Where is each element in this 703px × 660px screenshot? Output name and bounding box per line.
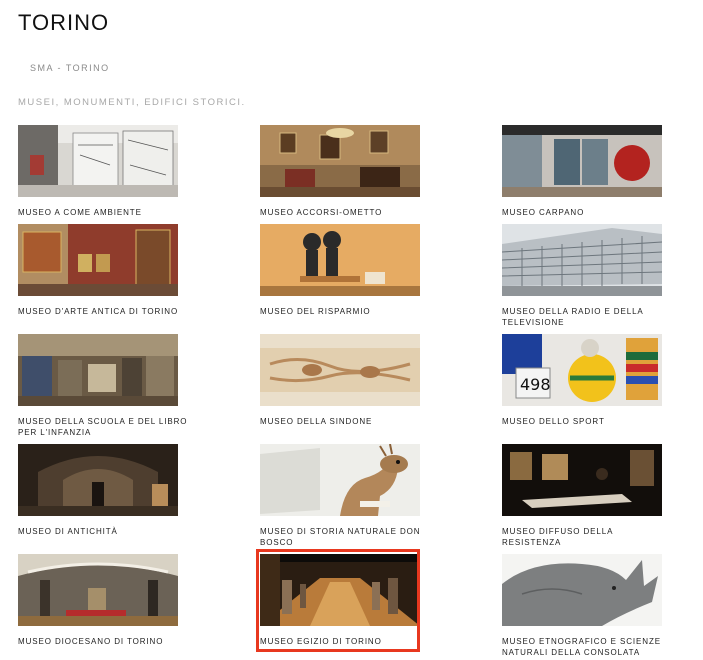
museum-thumbnail[interactable]: [260, 444, 420, 516]
museum-card[interactable]: MUSEO DI ANTICHITÀ: [18, 444, 188, 537]
museum-label[interactable]: MUSEO ACCORSI-OMETTO: [260, 207, 430, 218]
museum-thumbnail[interactable]: [260, 224, 420, 296]
museum-label[interactable]: MUSEO DELLA RADIO E DELLA TELEVISIONE: [502, 306, 672, 328]
museum-thumbnail[interactable]: [18, 224, 178, 296]
museum-thumbnail[interactable]: [502, 125, 662, 197]
museum-thumbnail[interactable]: [502, 554, 662, 626]
museum-thumbnail[interactable]: [18, 334, 178, 406]
museum-card[interactable]: MUSEO D'ARTE ANTICA DI TORINO: [18, 224, 188, 317]
svg-text:498: 498: [520, 375, 551, 394]
museum-label[interactable]: MUSEO EGIZIO DI TORINO: [260, 636, 430, 647]
breadcrumb[interactable]: SMA - TORINO: [30, 63, 110, 73]
museum-label[interactable]: MUSEO DI ANTICHITÀ: [18, 526, 188, 537]
museum-label[interactable]: MUSEO DI STORIA NATURALE DON BOSCO: [260, 526, 430, 548]
museum-thumbnail[interactable]: [260, 554, 420, 626]
museum-card[interactable]: MUSEO A COME AMBIENTE: [18, 125, 188, 218]
museum-thumbnail[interactable]: [18, 554, 178, 626]
museum-card[interactable]: MUSEO DELLA RADIO E DELLA TELEVISIONE: [502, 224, 672, 328]
museum-thumbnail[interactable]: [260, 334, 420, 406]
museum-thumbnail[interactable]: [502, 224, 662, 296]
museum-label[interactable]: MUSEO DEL RISPARMIO: [260, 306, 430, 317]
museum-card[interactable]: MUSEO DEL RISPARMIO: [260, 224, 430, 317]
museum-card[interactable]: MUSEO CARPANO: [502, 125, 672, 218]
page-title: TORINO: [18, 10, 110, 35]
museum-card[interactable]: MUSEO ETNOGRAFICO E SCIENZE NATURALI DEL…: [502, 554, 672, 658]
museum-thumbnail[interactable]: [502, 444, 662, 516]
museum-card[interactable]: MUSEO DIFFUSO DELLA RESISTENZA: [502, 444, 672, 548]
page-subtitle: MUSEI, MONUMENTI, EDIFICI STORICI.: [18, 97, 246, 108]
museum-thumbnail[interactable]: 498: [502, 334, 662, 406]
museum-thumbnail[interactable]: [260, 125, 420, 197]
museum-label[interactable]: MUSEO ETNOGRAFICO E SCIENZE NATURALI DEL…: [502, 636, 672, 658]
museum-label[interactable]: MUSEO A COME AMBIENTE: [18, 207, 188, 218]
museum-card[interactable]: 498 MUSEO DELLO SPORT: [502, 334, 672, 427]
museum-card[interactable]: MUSEO ACCORSI-OMETTO: [260, 125, 430, 218]
museum-card[interactable]: MUSEO DELLA SCUOLA E DEL LIBRO PER L'INF…: [18, 334, 188, 438]
museum-label[interactable]: MUSEO DELLO SPORT: [502, 416, 672, 427]
museum-card[interactable]: MUSEO DELLA SINDONE: [260, 334, 430, 427]
museum-label[interactable]: MUSEO CARPANO: [502, 207, 672, 218]
museum-label[interactable]: MUSEO DIFFUSO DELLA RESISTENZA: [502, 526, 672, 548]
museum-card[interactable]: MUSEO DI STORIA NATURALE DON BOSCO: [260, 444, 430, 548]
museum-label[interactable]: MUSEO DIOCESANO DI TORINO: [18, 636, 188, 647]
museum-thumbnail[interactable]: [18, 444, 178, 516]
museum-thumbnail[interactable]: [18, 125, 178, 197]
museum-card-selected[interactable]: MUSEO EGIZIO DI TORINO: [260, 554, 430, 647]
museum-label[interactable]: MUSEO DELLA SINDONE: [260, 416, 430, 427]
museum-label[interactable]: MUSEO DELLA SCUOLA E DEL LIBRO PER L'INF…: [18, 416, 188, 438]
museum-label[interactable]: MUSEO D'ARTE ANTICA DI TORINO: [18, 306, 188, 317]
museum-card[interactable]: MUSEO DIOCESANO DI TORINO: [18, 554, 188, 647]
